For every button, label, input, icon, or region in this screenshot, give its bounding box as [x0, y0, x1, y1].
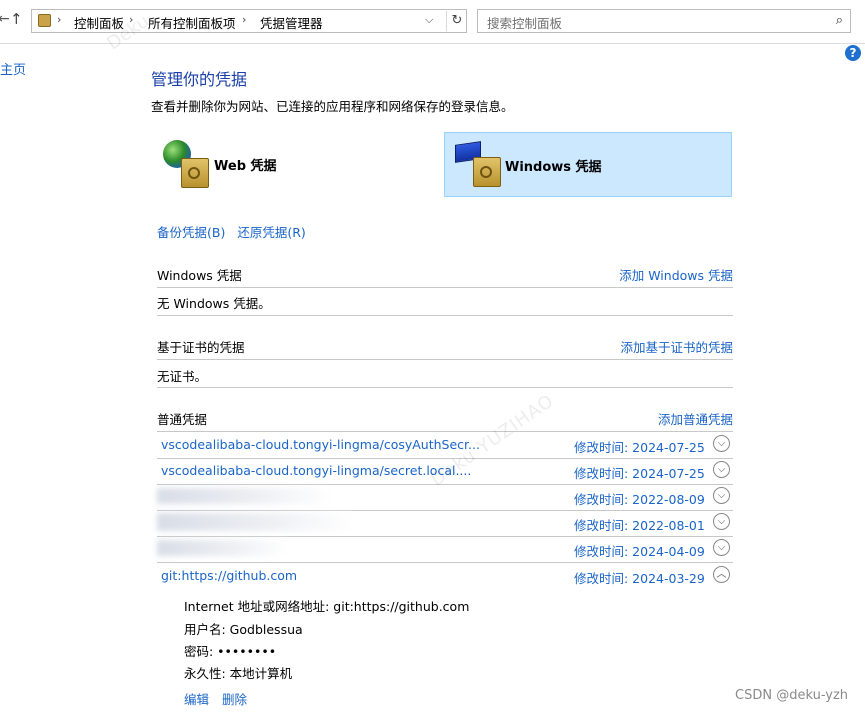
credential-name[interactable]: vscodealibaba-cloud.tongyi-lingma/cosyAu… — [161, 437, 481, 452]
chevron-down-icon[interactable]: ⌵ — [713, 487, 730, 504]
credential-row[interactable]: 修改时间: 2024-04-09 ⌵ — [157, 536, 733, 563]
divider — [157, 387, 733, 388]
section-header: 普通凭据 添加普通凭据 — [157, 403, 733, 432]
breadcrumb-separator-icon: › — [57, 13, 62, 26]
credential-modified: 修改时间: 2024-03-29 — [574, 571, 705, 586]
section-title: 基于证书的凭据 — [157, 340, 245, 355]
empty-text: 无证书。 — [157, 369, 208, 384]
breadcrumb-item[interactable]: 所有控制面板项 — [148, 13, 236, 32]
watermark-csdn: CSDN @deku-yzh — [735, 688, 849, 703]
detail-persistence: 永久性: 本地计算机 — [184, 666, 293, 681]
windows-credential-icon — [473, 157, 501, 187]
credential-modified: 修改时间: 2024-07-25 — [574, 466, 705, 481]
breadcrumb[interactable]: › 控制面板 › 所有控制面板项 › 凭据管理器 ⌵ ↻ — [31, 9, 467, 33]
section-title: Windows 凭据 — [157, 268, 242, 283]
add-certificate-credential-link[interactable]: 添加基于证书的凭据 — [620, 337, 733, 356]
add-generic-credential-link[interactable]: 添加普通凭据 — [658, 409, 733, 428]
sidebar-home-link[interactable]: 主页 — [0, 59, 26, 78]
divider — [157, 315, 733, 316]
credential-row[interactable]: 修改时间: 2022-08-01 ⌵ — [157, 510, 733, 537]
section-header: Windows 凭据 添加 Windows 凭据 — [157, 259, 733, 288]
refresh-icon[interactable]: ↻ — [446, 11, 467, 31]
delete-button[interactable]: 删除 — [222, 692, 247, 707]
empty-text: 无 Windows 凭据。 — [157, 296, 271, 311]
help-icon[interactable]: ? — [845, 45, 861, 61]
chevron-down-icon[interactable]: ⌵ — [713, 461, 730, 478]
detail-username: 用户名: Godblessua — [184, 622, 303, 637]
redacted-name — [157, 513, 352, 531]
restore-credentials-link[interactable]: 还原凭据(R) — [237, 225, 305, 240]
redacted-name — [157, 540, 287, 556]
chevron-down-icon[interactable]: ⌵ — [713, 539, 730, 556]
detail-address: Internet 地址或网络地址: git:https://github.com — [184, 599, 470, 614]
credential-row[interactable]: vscodealibaba-cloud.tongyi-lingma/cosyAu… — [157, 432, 733, 459]
search-placeholder: 搜索控制面板 — [487, 16, 563, 31]
up-arrow-icon[interactable]: ↑ — [10, 10, 23, 28]
page-title: 管理你的凭据 — [151, 70, 248, 89]
credential-modified: 修改时间: 2024-07-25 — [574, 440, 705, 455]
web-credential-icon — [181, 158, 209, 188]
search-icon[interactable]: ⌕ — [836, 13, 843, 28]
breadcrumb-item[interactable]: 凭据管理器 — [260, 13, 323, 32]
web-credentials-tile[interactable]: Web 凭据 — [155, 132, 443, 197]
breadcrumb-separator-icon: › — [242, 13, 247, 26]
chevron-down-icon[interactable]: ⌵ — [713, 435, 730, 452]
page-subtitle: 查看并删除你为网站、已连接的应用程序和网络保存的登录信息。 — [151, 99, 514, 114]
chevron-down-icon[interactable]: ⌵ — [713, 513, 730, 530]
backup-credentials-link[interactable]: 备份凭据(B) — [157, 225, 225, 240]
edit-button[interactable]: 编辑 — [184, 692, 209, 707]
section-title: 普通凭据 — [157, 412, 208, 427]
credential-modified: 修改时间: 2024-04-09 — [574, 544, 705, 559]
add-windows-credential-link[interactable]: 添加 Windows 凭据 — [619, 265, 733, 284]
windows-credentials-tile[interactable]: Windows 凭据 — [444, 132, 732, 197]
tile-label: Windows 凭据 — [505, 160, 602, 175]
redacted-name — [157, 488, 332, 504]
detail-password: 密码: •••••••• — [184, 644, 277, 659]
back-arrow-icon[interactable]: ← — [0, 11, 10, 27]
backup-restore-links: 备份凭据(B) 还原凭据(R) — [157, 222, 314, 241]
credential-row[interactable]: 修改时间: 2022-08-09 ⌵ — [157, 484, 733, 511]
credential-row-expanded[interactable]: git:https://github.com 修改时间: 2024-03-29 … — [157, 563, 733, 589]
credential-modified: 修改时间: 2022-08-09 — [574, 492, 705, 507]
chevron-down-icon[interactable]: ⌵ — [425, 13, 433, 27]
chevron-up-icon[interactable]: ︿ — [713, 566, 730, 583]
section-header: 基于证书的凭据 添加基于证书的凭据 — [157, 331, 733, 360]
credential-modified: 修改时间: 2022-08-01 — [574, 518, 705, 533]
tile-label: Web 凭据 — [214, 159, 277, 174]
credential-name[interactable]: git:https://github.com — [161, 568, 481, 583]
control-panel-icon — [38, 14, 51, 27]
search-input[interactable]: 搜索控制面板 ⌕ — [477, 9, 851, 33]
credential-actions: 编辑 删除 — [184, 689, 256, 708]
